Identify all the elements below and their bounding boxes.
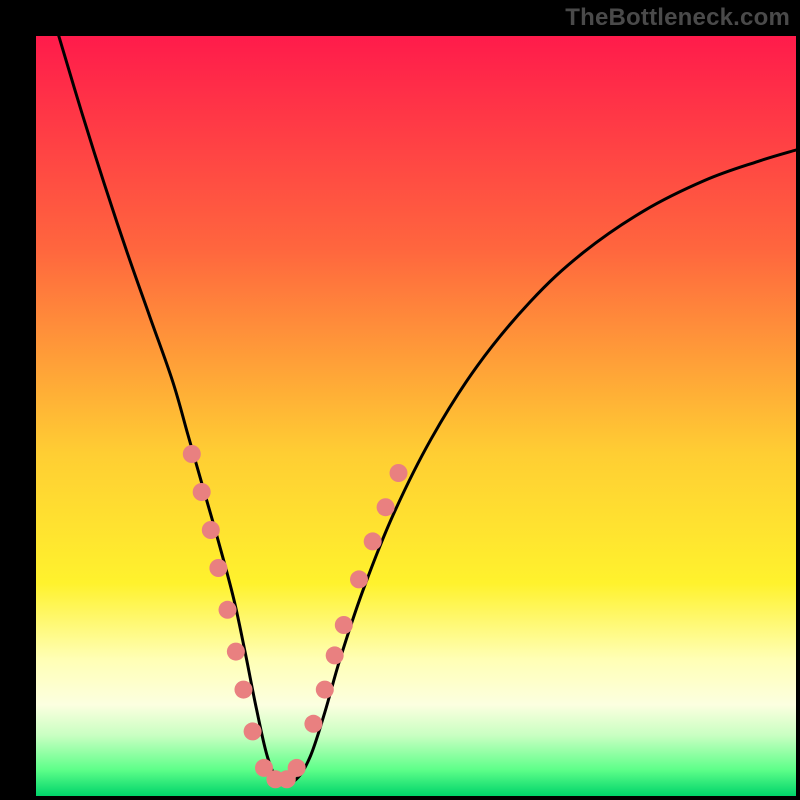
highlight-dot <box>326 646 344 664</box>
bottleneck-chart <box>0 0 800 800</box>
highlight-dot <box>288 759 306 777</box>
highlight-dot <box>377 498 395 516</box>
plot-background <box>36 36 796 796</box>
highlight-dot <box>335 616 353 634</box>
highlight-dot <box>202 521 220 539</box>
highlight-dot <box>390 464 408 482</box>
highlight-dot <box>183 445 201 463</box>
highlight-dot <box>364 532 382 550</box>
highlight-dot <box>316 681 334 699</box>
highlight-dot <box>350 570 368 588</box>
highlight-dot <box>227 643 245 661</box>
watermark-text: TheBottleneck.com <box>565 4 790 32</box>
highlight-dot <box>234 681 252 699</box>
highlight-dot <box>244 722 262 740</box>
highlight-dot <box>193 483 211 501</box>
highlight-dot <box>219 601 237 619</box>
highlight-dot <box>209 559 227 577</box>
highlight-dot <box>304 715 322 733</box>
chart-frame: TheBottleneck.com <box>0 0 800 800</box>
